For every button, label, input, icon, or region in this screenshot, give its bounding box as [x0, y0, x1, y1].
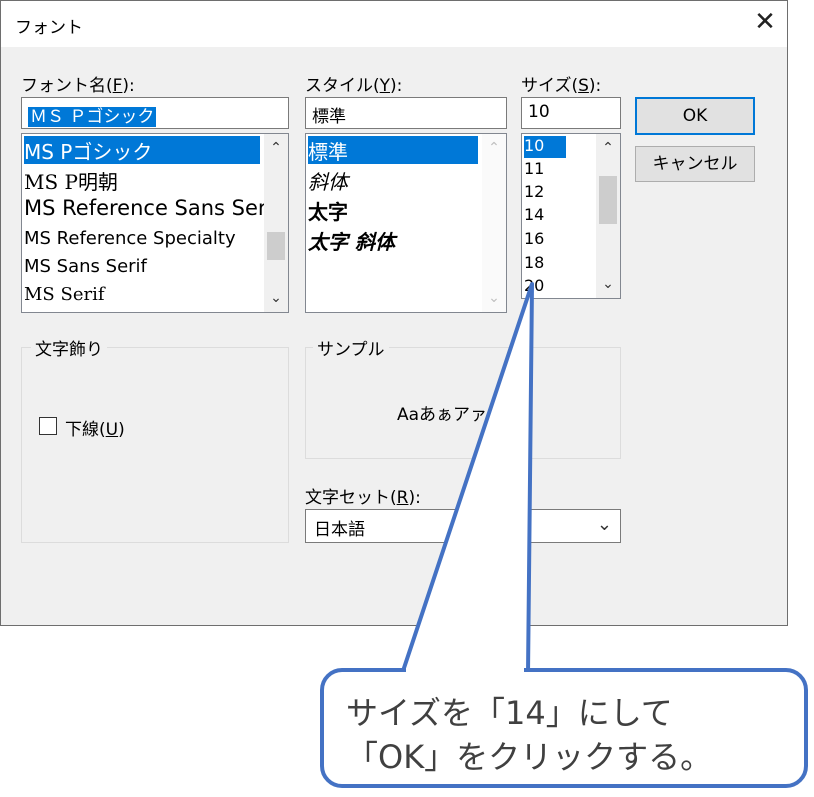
callout-line-2: 「OK」をクリックする。	[346, 738, 713, 776]
instruction-callout: サイズを「14」にして 「OK」をクリックする。	[320, 668, 808, 788]
callout-line-1: サイズを「14」にして	[346, 694, 673, 732]
callout-seam	[406, 668, 524, 674]
callout-tail	[400, 282, 534, 676]
